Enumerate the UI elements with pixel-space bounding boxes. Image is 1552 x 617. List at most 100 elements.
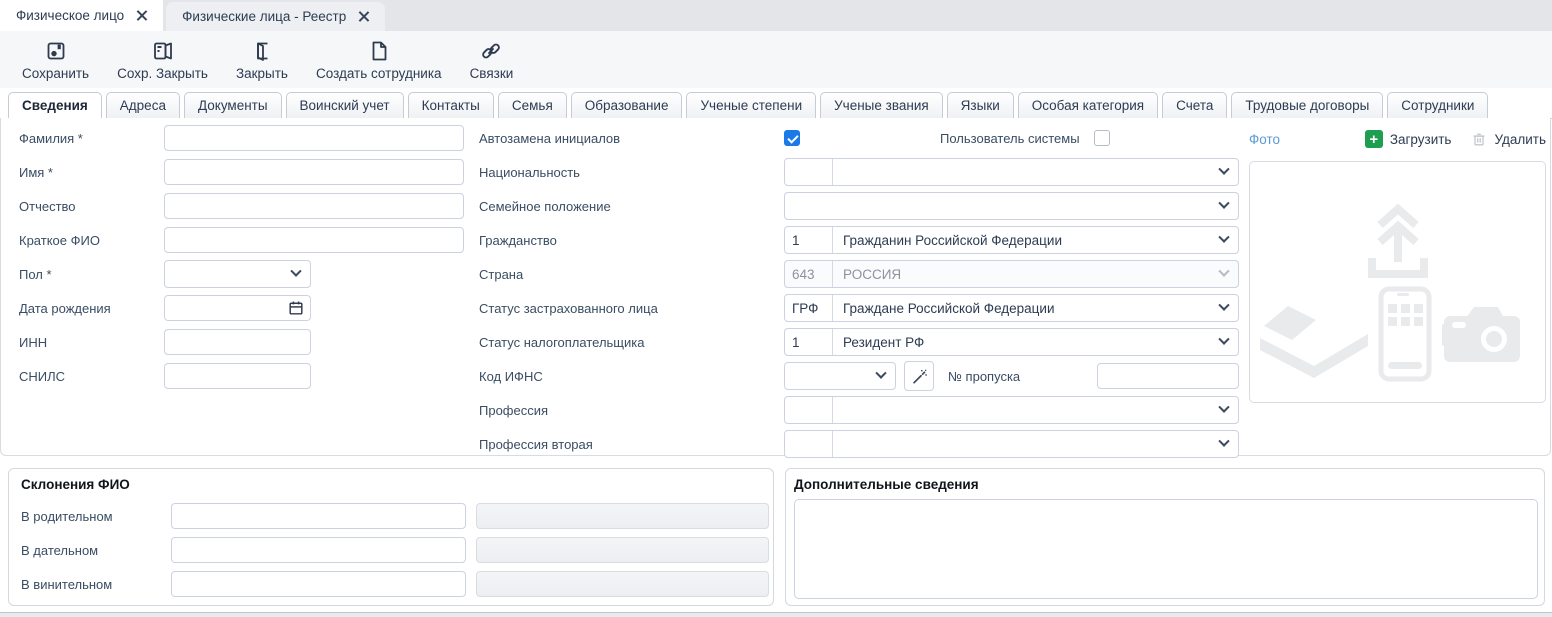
chevron-down-icon	[1210, 329, 1238, 355]
ifns-code-select[interactable]	[784, 362, 896, 390]
dative-auto-field	[476, 537, 769, 563]
nationality-select[interactable]	[784, 158, 1239, 186]
citizenship-select[interactable]: 1 Гражданин Российской Федерации	[784, 226, 1239, 254]
window-bottom-edge	[0, 612, 1552, 617]
personal-mid-column: Автозамена инициалов Пользователь систем…	[479, 121, 1239, 461]
camera-icon	[1442, 304, 1522, 366]
country-select: 643 РОССИЯ	[784, 260, 1239, 288]
gender-select[interactable]	[164, 260, 311, 288]
tab-adresa[interactable]: Адреса	[106, 92, 180, 119]
photo-delete-button[interactable]: Удалить	[1471, 131, 1546, 147]
chevron-down-icon	[1210, 261, 1238, 287]
genitive-auto-field	[476, 503, 769, 529]
system-user-checkbox[interactable]	[1094, 130, 1110, 146]
trash-icon	[1471, 131, 1487, 147]
magic-wand-icon	[911, 368, 928, 385]
personal-left-column: Фамилия * Имя * Отчество Краткое ФИО Пол…	[19, 121, 469, 393]
plus-icon: +	[1365, 130, 1383, 148]
new-document-icon	[367, 39, 391, 63]
inn-label: ИНН	[19, 335, 164, 350]
close-door-icon	[250, 39, 274, 63]
close-button[interactable]: Закрыть	[222, 31, 302, 88]
profession2-select[interactable]	[784, 430, 1239, 458]
genitive-label: В родительном	[21, 509, 171, 524]
tab-osobaya-kategoriya[interactable]: Особая категория	[1018, 92, 1158, 119]
accusative-auto-field	[476, 571, 769, 597]
accusative-label: В винительном	[21, 577, 171, 592]
marital-status-label: Семейное положение	[479, 199, 784, 214]
surname-input[interactable]	[164, 125, 464, 151]
genitive-input[interactable]	[171, 503, 466, 529]
smartphone-icon	[1378, 286, 1432, 382]
chevron-down-icon	[1210, 193, 1238, 219]
chevron-down-icon	[1210, 227, 1238, 253]
ifns-autofill-button[interactable]	[904, 361, 934, 391]
short-fio-label: Краткое ФИО	[19, 233, 164, 248]
tab-trudovye-dogovory[interactable]: Трудовые договоры	[1231, 92, 1383, 119]
auto-initials-label: Автозамена инициалов	[479, 131, 784, 146]
chevron-down-icon	[1210, 295, 1238, 321]
profession2-label: Профессия вторая	[479, 437, 784, 452]
tab-yazyki[interactable]: Языки	[947, 92, 1014, 119]
additional-info-panel: Дополнительные сведения	[785, 468, 1545, 606]
links-button[interactable]: Связки	[456, 31, 528, 88]
window-tab-fizicheskoe-lico[interactable]: Физическое лицо	[0, 0, 163, 31]
tab-kontakty[interactable]: Контакты	[408, 92, 494, 119]
upload-icon	[1360, 200, 1436, 282]
calendar-icon[interactable]	[288, 300, 304, 316]
profession-label: Профессия	[479, 403, 784, 418]
dative-input[interactable]	[171, 537, 466, 563]
tab-obrazovanie[interactable]: Образование	[571, 92, 683, 119]
tab-sotrudniki[interactable]: Сотрудники	[1387, 92, 1488, 119]
marital-status-select[interactable]	[784, 192, 1239, 220]
tab-voinskiy-uchet[interactable]: Воинский учет	[286, 92, 404, 119]
auto-initials-checkbox[interactable]	[784, 130, 800, 146]
inn-input[interactable]	[164, 329, 311, 355]
save-close-button[interactable]: Сохр. Закрыть	[103, 31, 222, 88]
photo-upload-button[interactable]: + Загрузить	[1365, 130, 1452, 148]
photo-dropzone[interactable]	[1249, 161, 1546, 403]
form-tab-bar: Сведения Адреса Документы Воинский учет …	[0, 91, 1552, 119]
country-label: Страна	[479, 267, 784, 282]
chevron-down-icon	[1210, 159, 1238, 185]
close-icon[interactable]	[358, 11, 369, 22]
photo-title: Фото	[1249, 132, 1280, 147]
pass-number-input[interactable]	[1097, 363, 1239, 389]
tab-uchenye-stepeni[interactable]: Ученые степени	[686, 92, 816, 119]
window-tab-label: Физические лица - Реестр	[182, 9, 346, 24]
window-tab-fizicheskie-lica-reestr[interactable]: Физические лица - Реестр	[166, 2, 385, 31]
tab-semya[interactable]: Семья	[498, 92, 567, 119]
additional-info-textarea[interactable]	[794, 499, 1538, 599]
gender-label: Пол *	[19, 267, 164, 282]
tab-uchenye-zvaniya[interactable]: Ученые звания	[820, 92, 943, 119]
declensions-title: Склонения ФИО	[21, 477, 130, 492]
citizenship-label: Гражданство	[479, 233, 784, 248]
tab-dokumenty[interactable]: Документы	[184, 92, 282, 119]
pass-number-label: № пропуска	[948, 369, 1020, 384]
short-fio-input[interactable]	[164, 227, 464, 253]
insured-status-select[interactable]: ГРФ Граждане Российской Федерации	[784, 294, 1239, 322]
profession-select[interactable]	[784, 396, 1239, 424]
create-employee-button[interactable]: Создать сотрудника	[302, 31, 456, 88]
tab-scheta[interactable]: Счета	[1162, 92, 1227, 119]
save-button[interactable]: Сохранить	[8, 31, 103, 88]
name-label: Имя *	[19, 165, 164, 180]
name-input[interactable]	[164, 159, 464, 185]
close-icon[interactable]	[136, 10, 147, 21]
snils-input[interactable]	[164, 363, 311, 389]
chevron-down-icon	[282, 270, 310, 278]
system-user-label: Пользователь системы	[940, 131, 1080, 146]
accusative-input[interactable]	[171, 571, 466, 597]
birth-date-label: Дата рождения	[19, 301, 164, 316]
ifns-code-label: Код ИФНС	[479, 369, 784, 384]
taxpayer-status-select[interactable]: 1 Резидент РФ	[784, 328, 1239, 356]
window-tab-strip: Физическое лицо Физические лица - Реестр	[0, 0, 1552, 31]
patronymic-input[interactable]	[164, 193, 464, 219]
tab-svedeniya[interactable]: Сведения	[8, 92, 102, 119]
links-icon	[479, 39, 503, 63]
chevron-down-icon	[867, 372, 895, 380]
surname-label: Фамилия *	[19, 131, 164, 146]
chevron-down-icon	[1210, 397, 1238, 423]
window-tab-label: Физическое лицо	[16, 8, 124, 23]
chevron-down-icon	[1210, 431, 1238, 457]
